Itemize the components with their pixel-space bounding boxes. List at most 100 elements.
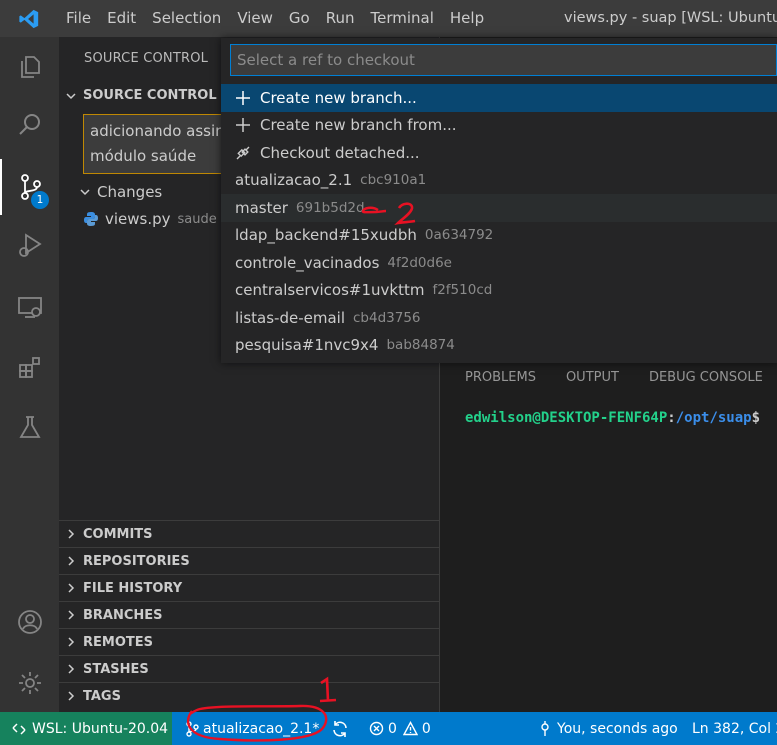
terminal-path: /opt/suap <box>675 410 752 426</box>
menu-selection[interactable]: Selection <box>144 0 229 37</box>
changed-file-item[interactable]: views.py saude <box>83 207 217 231</box>
plus-icon <box>235 117 257 133</box>
menu-edit[interactable]: Edit <box>99 0 144 37</box>
chevron-right-icon <box>59 663 83 675</box>
changed-file-name: views.py <box>105 210 171 228</box>
section-repositories[interactable]: REPOSITORIES <box>59 547 439 574</box>
search-icon[interactable] <box>0 97 59 153</box>
tab-problems[interactable]: PROBLEMS <box>465 370 536 385</box>
sync-icon[interactable] <box>331 712 349 745</box>
ref-item-pesquisa[interactable]: pesquisa#1nvc9x4 bab84874 <box>221 332 777 360</box>
changed-file-folder: saude <box>177 211 217 227</box>
section-label: REMOTES <box>83 634 153 650</box>
collapsed-sections: COMMITS REPOSITORIES FILE HISTORY BRANCH… <box>59 520 439 709</box>
ref-item-hash: f2f510cd <box>432 282 493 299</box>
git-branch-icon <box>185 720 199 737</box>
menu-view[interactable]: View <box>229 0 281 37</box>
section-commits[interactable]: COMMITS <box>59 520 439 547</box>
error-count: 0 <box>388 720 397 737</box>
ref-item-ldap-backend[interactable]: ldap_backend#15xudbh 0a634792 <box>221 222 777 250</box>
chevron-right-icon <box>59 636 83 648</box>
remote-explorer-icon[interactable] <box>0 279 59 335</box>
ref-item-label: controle_vacinados <box>235 253 380 272</box>
menu-terminal[interactable]: Terminal <box>363 0 442 37</box>
terminal-separator: : <box>667 410 676 426</box>
ref-item-centralservicos[interactable]: centralservicos#1uvkttm f2f510cd <box>221 277 777 305</box>
blame-label: You, seconds ago <box>557 720 678 737</box>
section-remotes[interactable]: REMOTES <box>59 628 439 655</box>
section-label: BRANCHES <box>83 607 163 623</box>
chevron-right-icon <box>59 528 83 540</box>
menu-help[interactable]: Help <box>442 0 492 37</box>
ref-item-listas-de-email[interactable]: listas-de-email cb4d3756 <box>221 304 777 332</box>
ref-checkout-input[interactable] <box>230 44 777 76</box>
commit-message-line: módulo saúde <box>90 147 197 165</box>
create-new-branch-from-item[interactable]: Create new branch from... <box>221 112 777 140</box>
checkout-quick-pick: Create new branch... Create new branch f… <box>221 38 777 363</box>
chevron-right-icon <box>59 555 83 567</box>
status-bar: WSL: Ubuntu-20.04 atualizacao_2.1* 0 0 Y… <box>0 712 777 745</box>
window-title: views.py - suap [WSL: Ubuntu-20 <box>564 10 777 26</box>
terminal-prompt-symbol: $ <box>751 410 761 426</box>
ref-item-hash: 4f2d0d6e <box>387 254 452 271</box>
section-tags[interactable]: TAGS <box>59 682 439 709</box>
testing-flask-icon[interactable] <box>0 399 59 455</box>
create-new-branch-item[interactable]: Create new branch... <box>221 84 777 112</box>
git-blame-indicator[interactable]: You, seconds ago <box>539 712 678 745</box>
chevron-right-icon <box>59 582 83 594</box>
changes-count-badge: 1 <box>31 191 49 209</box>
terminal-prompt-line[interactable]: edwilson@DESKTOP-FENF64P:/opt/suap$ <box>465 410 760 426</box>
ref-item-hash: 0a634792 <box>424 227 494 244</box>
section-stashes[interactable]: STASHES <box>59 655 439 682</box>
ref-item-hash: 691b5d2d <box>295 199 365 216</box>
section-label: COMMITS <box>83 526 153 542</box>
ref-item-hash: cb4d3756 <box>352 309 421 326</box>
ref-item-controle-vacinados[interactable]: controle_vacinados 4f2d0d6e <box>221 249 777 277</box>
terminal-user-host: edwilson@DESKTOP-FENF64P <box>465 410 668 426</box>
remote-label: WSL: Ubuntu-20.04 <box>32 720 169 737</box>
tab-debug-console[interactable]: DEBUG CONSOLE <box>649 370 763 385</box>
section-label: STASHES <box>83 661 149 677</box>
vscode-logo-icon <box>0 0 58 37</box>
ref-list: Create new branch... Create new branch f… <box>221 84 777 359</box>
chevron-down-icon <box>73 186 97 198</box>
run-debug-icon[interactable] <box>0 217 59 273</box>
ref-item-label: centralservicos#1uvkttm <box>235 281 425 300</box>
explorer-icon[interactable] <box>0 39 59 95</box>
ref-item-hash: cbc910a1 <box>360 172 427 189</box>
menu-go[interactable]: Go <box>281 0 318 37</box>
ref-item-label: atualizacao_2.1 <box>235 171 353 190</box>
tab-output[interactable]: OUTPUT <box>566 370 619 385</box>
commit-message-line: adicionando assina <box>90 122 234 140</box>
source-control-icon[interactable]: 1 <box>0 159 59 215</box>
ref-item-label: master <box>235 198 288 217</box>
menu-file[interactable]: File <box>58 0 99 37</box>
menu-run[interactable]: Run <box>318 0 363 37</box>
branch-indicator[interactable]: atualizacao_2.1* <box>185 712 319 745</box>
accounts-icon[interactable] <box>0 594 59 650</box>
error-icon <box>369 721 384 736</box>
manage-gear-icon[interactable] <box>0 655 59 711</box>
warning-icon <box>402 721 418 736</box>
cursor-position[interactable]: Ln 382, Col 2 <box>692 712 777 745</box>
problems-indicator[interactable]: 0 0 <box>369 712 431 745</box>
section-label: REPOSITORIES <box>83 553 190 569</box>
ref-item-label: pesquisa#1nvc9x4 <box>235 336 379 355</box>
checkout-detached-item[interactable]: Checkout detached... <box>221 139 777 167</box>
ref-item-atualizacao[interactable]: atualizacao_2.1 cbc910a1 <box>221 167 777 195</box>
ref-item-label: Create new branch... <box>260 88 417 107</box>
title-bar: File Edit Selection View Go Run Terminal… <box>0 0 777 37</box>
extensions-icon[interactable] <box>0 339 59 395</box>
panel-tabs: PROBLEMS OUTPUT DEBUG CONSOLE <box>465 370 777 385</box>
section-label: FILE HISTORY <box>83 580 183 596</box>
commit-icon <box>539 720 551 737</box>
section-branches[interactable]: BRANCHES <box>59 601 439 628</box>
chevron-down-icon <box>59 90 83 102</box>
commit-message-input[interactable]: adicionando assina módulo saúde <box>83 114 243 174</box>
changes-group[interactable]: Changes <box>73 180 162 204</box>
section-file-history[interactable]: FILE HISTORY <box>59 574 439 601</box>
plus-icon <box>235 90 257 106</box>
ref-item-label: Checkout detached... <box>260 143 420 162</box>
ref-item-master[interactable]: master 691b5d2d <box>221 194 777 222</box>
remote-indicator[interactable]: WSL: Ubuntu-20.04 <box>0 712 172 745</box>
